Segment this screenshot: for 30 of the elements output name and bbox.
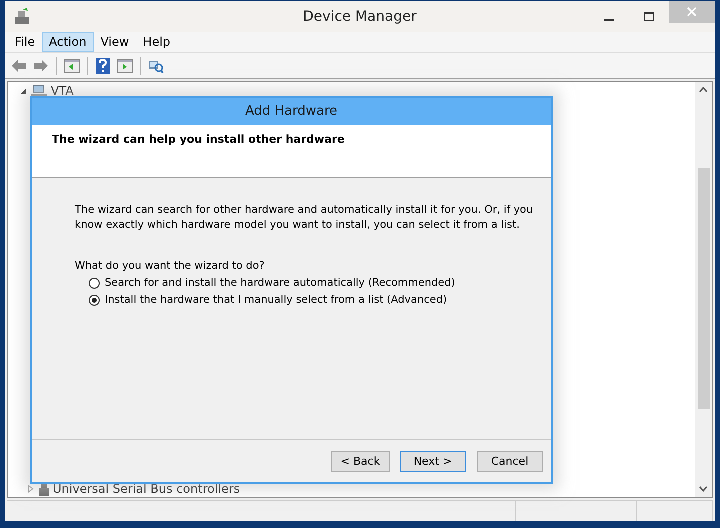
window-title: Device Manager: [303, 8, 417, 24]
scrollbar[interactable]: [695, 82, 712, 497]
wizard-heading: The wizard can help you install other hardware: [52, 132, 345, 146]
radio-button[interactable]: [89, 278, 100, 288]
tree-item[interactable]: Universal Serial Bus controllers: [53, 482, 240, 496]
back-arrow-icon[interactable]: [11, 58, 27, 72]
wizard-button[interactable]: Cancel: [477, 450, 543, 472]
forward-arrow-icon[interactable]: [33, 58, 49, 72]
menu-item[interactable]: Action: [42, 32, 94, 52]
wizard-button[interactable]: < Back: [331, 450, 390, 472]
usb-plug-icon: [39, 482, 49, 496]
tree-item[interactable]: VTA: [51, 84, 74, 98]
properties-icon[interactable]: [64, 58, 80, 72]
help-icon[interactable]: [96, 58, 110, 74]
wizard-button[interactable]: Next >: [400, 450, 466, 472]
menu-item[interactable]: Help: [136, 32, 178, 52]
maximize-icon: [644, 12, 654, 22]
option-label[interactable]: Search for and install the hardware automatically (Recommended): [105, 277, 456, 289]
wizard-description: The wizard can search for other hardware and automatically install it for you. Or, if you know exactly which hardware model you want to install, you can select it from a list.: [75, 203, 534, 233]
window-icon[interactable]: [117, 58, 133, 72]
device-manager-icon: [13, 8, 31, 26]
menu-item[interactable]: File: [8, 32, 42, 52]
close-icon: [687, 7, 697, 17]
wizard-question: What do you want the wizard to do?: [75, 260, 266, 272]
option-label[interactable]: Install the hardware that I manually select from a list (Advanced): [105, 294, 448, 306]
expanded-arrow-icon[interactable]: [20, 88, 27, 94]
minimize-icon: [604, 18, 614, 20]
menu-item[interactable]: View: [94, 32, 136, 52]
dialog-title: Add Hardware: [245, 104, 338, 119]
radio-button[interactable]: [89, 294, 100, 306]
